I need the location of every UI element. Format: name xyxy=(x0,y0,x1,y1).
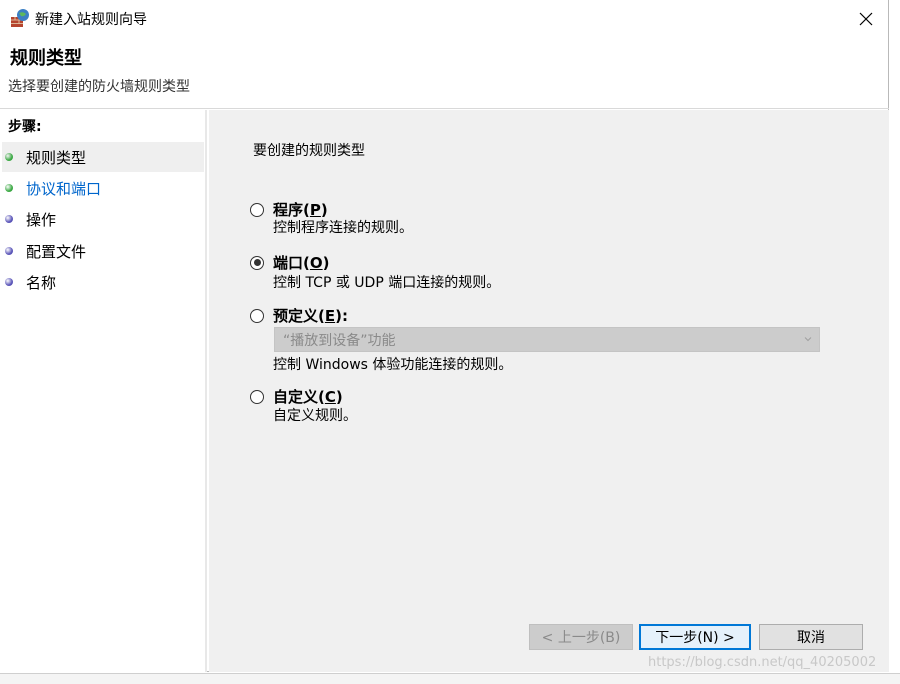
next-button[interactable]: 下一步(N) > xyxy=(639,624,751,650)
wizard-header: 规则类型 选择要创建的防火墙规则类型 xyxy=(0,38,889,109)
back-button[interactable]: < 上一步(B) xyxy=(529,624,633,650)
step-status-icon xyxy=(5,215,13,223)
step-status-icon xyxy=(5,247,13,255)
background-window-strip xyxy=(0,673,900,684)
predefined-rule-select[interactable]: “播放到设备”功能 xyxy=(274,327,820,352)
step-item-rule-type[interactable]: 规则类型 xyxy=(2,142,204,172)
option-description-program: 控制程序连接的规则。 xyxy=(273,220,413,236)
radio-button[interactable] xyxy=(250,308,264,323)
step-label: 协议和端口 xyxy=(26,179,102,198)
cancel-button[interactable]: 取消 xyxy=(759,624,863,650)
predefined-rule-value: “播放到设备”功能 xyxy=(283,332,396,349)
title-bar: 新建入站规则向导 xyxy=(0,0,889,38)
main-content: 要创建的规则类型 程序(P) 控制程序连接的规则。 端口(O) 控制 TCP 或… xyxy=(209,110,889,672)
radio-custom[interactable]: 自定义(C) xyxy=(250,386,343,407)
option-description-predefined: 控制 Windows 体验功能连接的规则。 xyxy=(273,357,513,373)
step-item-protocol-port[interactable]: 协议和端口 xyxy=(2,173,204,203)
steps-sidebar: 步骤: 规则类型 协议和端口 操作 配置文件 名称 xyxy=(0,110,207,672)
radio-label-custom: 自定义(C) xyxy=(273,388,343,406)
rule-type-question: 要创建的规则类型 xyxy=(253,143,365,159)
page-subtitle: 选择要创建的防火墙规则类型 xyxy=(8,79,190,95)
window-title: 新建入站规则向导 xyxy=(35,12,147,28)
page-title: 规则类型 xyxy=(10,48,82,69)
step-label: 操作 xyxy=(26,210,57,229)
radio-label-predefined: 预定义(E): xyxy=(273,307,348,325)
step-item-name[interactable]: 名称 xyxy=(2,267,204,297)
radio-port[interactable]: 端口(O) xyxy=(250,252,330,273)
step-item-profile[interactable]: 配置文件 xyxy=(2,236,204,266)
step-label: 配置文件 xyxy=(26,242,87,261)
step-status-icon xyxy=(5,153,13,161)
step-status-icon xyxy=(5,278,13,286)
step-status-icon xyxy=(5,184,13,192)
radio-label-port: 端口(O) xyxy=(273,254,330,272)
watermark: https://blog.csdn.net/qq_40205002 xyxy=(648,655,877,670)
firewall-icon xyxy=(10,8,30,28)
option-description-port: 控制 TCP 或 UDP 端口连接的规则。 xyxy=(273,275,501,291)
step-label: 名称 xyxy=(26,273,57,292)
step-item-action[interactable]: 操作 xyxy=(2,204,204,234)
radio-predefined[interactable]: 预定义(E): xyxy=(250,305,348,326)
chevron-down-icon xyxy=(804,337,812,342)
steps-heading: 步骤: xyxy=(8,119,42,135)
step-label: 规则类型 xyxy=(26,148,87,167)
radio-button[interactable] xyxy=(250,389,264,404)
close-button[interactable] xyxy=(843,0,889,38)
close-icon xyxy=(859,12,873,26)
radio-button[interactable] xyxy=(250,255,264,270)
option-description-custom: 自定义规则。 xyxy=(273,408,357,424)
radio-button[interactable] xyxy=(250,202,264,217)
wizard-window: 新建入站规则向导 规则类型 选择要创建的防火墙规则类型 步骤: 规则类型 协议和… xyxy=(0,0,889,672)
